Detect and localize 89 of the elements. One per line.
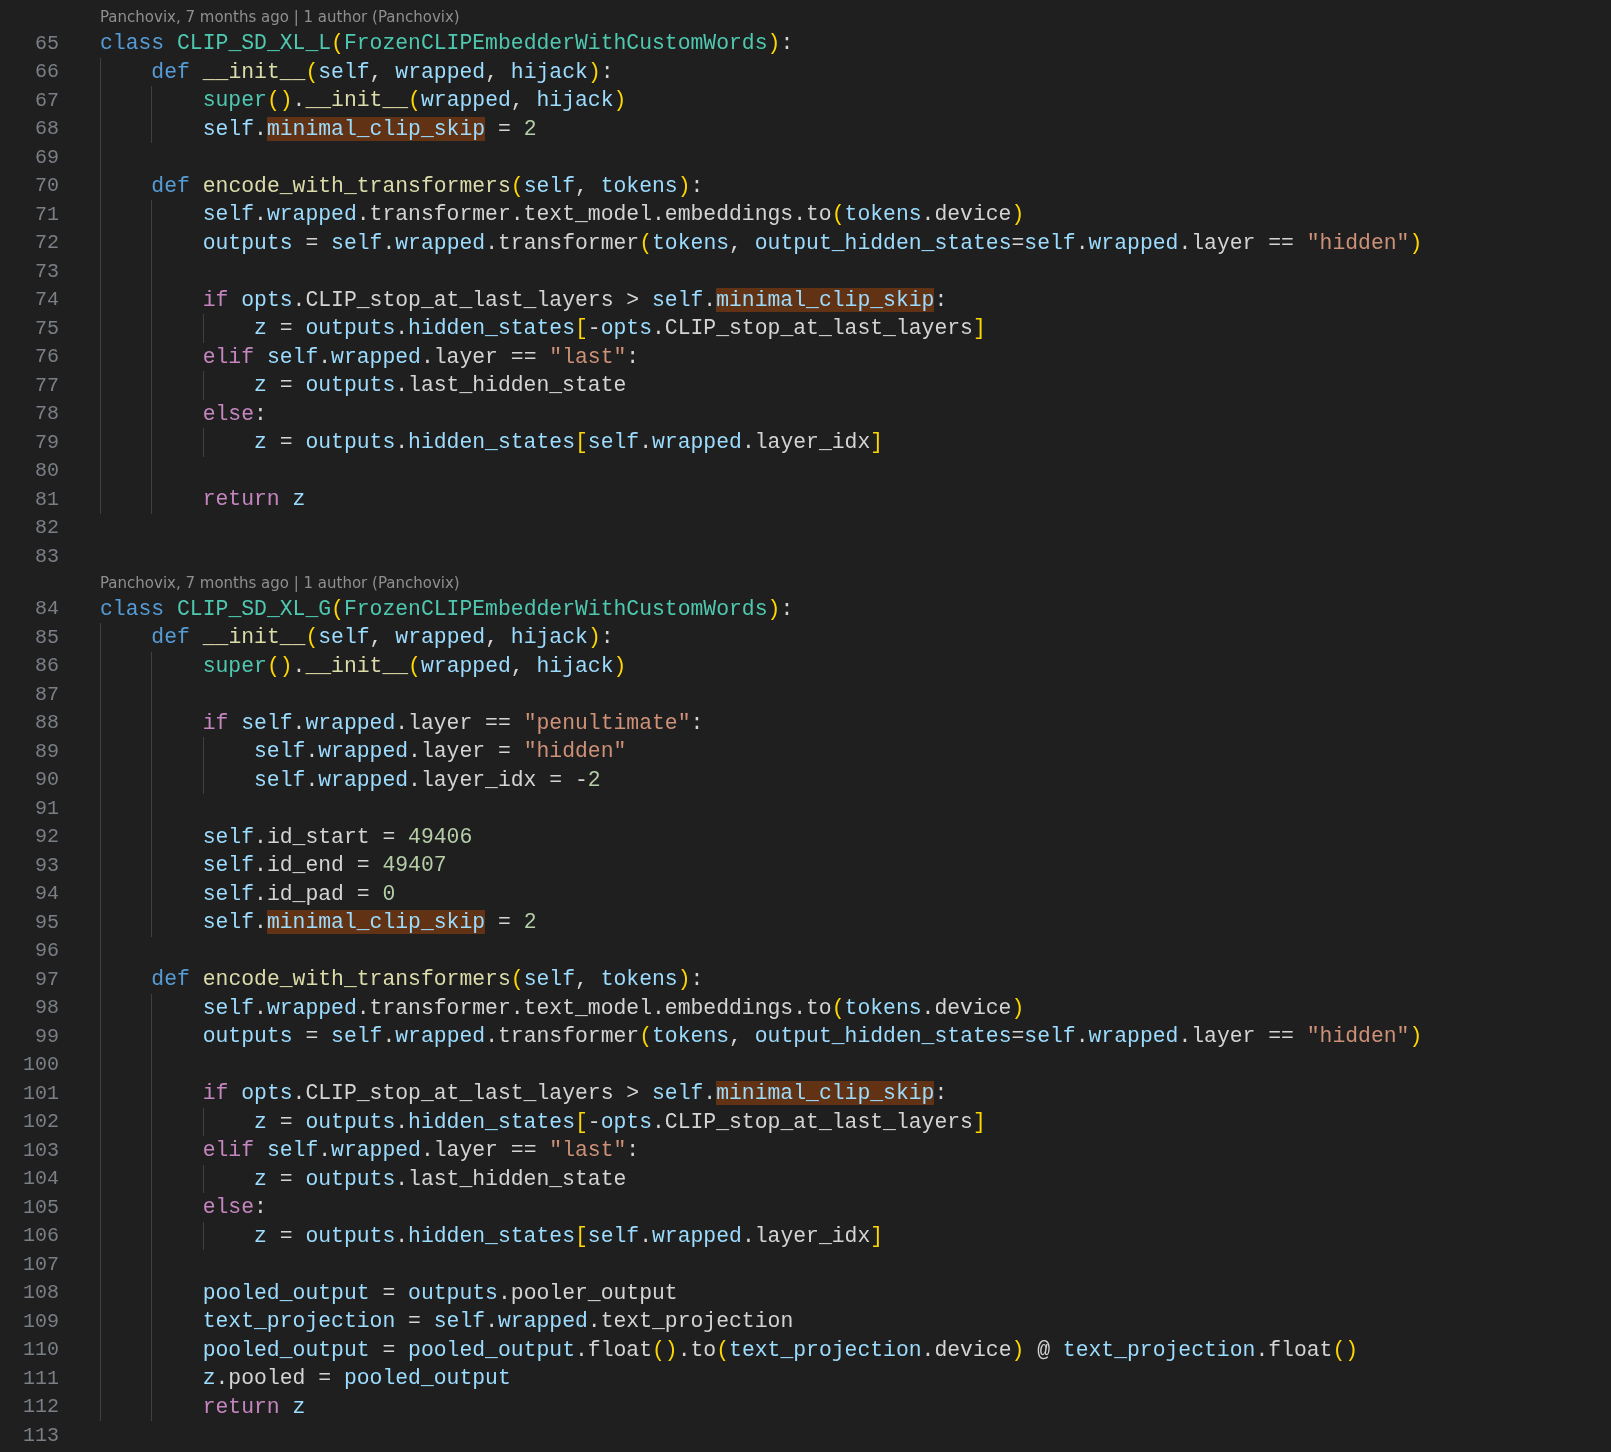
line-number: 96 [34,939,59,963]
line-number: 67 [34,88,59,112]
line-number: 113 [22,1423,59,1447]
line-number: 82 [34,516,59,540]
line-number: 86 [34,654,59,678]
line-number: 72 [34,231,59,255]
code-line: class CLIP_SD_XL_L(FrozenCLIPEmbedderWithCustomWords): [100,30,794,57]
line-number: 105 [22,1195,59,1219]
line-number: 104 [22,1167,59,1191]
code-line: def encode_with_transformers(self, tokens): [150,172,704,199]
code-line: z = outputs.hidden_states[-opts.CLIP_stop_at_last_layers] [253,1108,986,1135]
line-number: 93 [34,853,59,877]
code-line: return z [201,486,306,513]
line-number: 91 [34,796,59,820]
line-number: 68 [34,117,59,141]
code-line: pooled_output = pooled_output.float().to(text_projection.device) @ text_projection.float() [201,1336,1359,1363]
code-line: super().__init__(wrapped, hijack) [201,652,627,679]
code-line: self.wrapped.transformer.text_model.embeddings.to(tokens.device) [201,201,1025,228]
code-line: z = outputs.hidden_states[-opts.CLIP_stop_at_last_layers] [253,315,986,342]
line-number: 71 [34,202,59,226]
code-line: else: [201,1194,267,1221]
line-number: 83 [34,544,59,568]
line-number: 69 [34,145,59,169]
code-line: self.wrapped.layer = "hidden" [253,738,627,765]
code-line: elif self.wrapped.layer == "last": [201,343,640,370]
line-number: 111 [22,1366,59,1390]
line-number: 90 [34,768,59,792]
line-number: 107 [22,1252,59,1276]
line-number: 92 [34,825,59,849]
line-number: 85 [34,625,59,649]
line-number: 101 [22,1081,59,1105]
line-number: 112 [22,1395,59,1419]
code-line: if opts.CLIP_stop_at_last_layers > self.minimal_clip_skip: [201,286,948,313]
code-line: self.id_pad = 0 [201,880,396,907]
code-line: z = outputs.last_hidden_state [253,372,627,399]
line-number: 84 [34,597,59,621]
code-line: self.minimal_clip_skip = 2 [201,115,537,142]
code-line: z = outputs.hidden_states[self.wrapped.layer_idx] [253,429,884,456]
line-number: 99 [34,1024,59,1048]
line-number: 80 [34,459,59,483]
line-number: 102 [22,1110,59,1134]
line-number: 73 [34,259,59,283]
code-line: z = outputs.hidden_states[self.wrapped.layer_idx] [253,1222,884,1249]
line-number: 79 [34,430,59,454]
line-number: 89 [34,739,59,763]
line-number: 65 [34,31,59,55]
line-number: 98 [34,996,59,1020]
code-line: self.wrapped.layer_idx = -2 [253,766,601,793]
code-line: if opts.CLIP_stop_at_last_layers > self.minimal_clip_skip: [201,1080,948,1107]
code-line: def __init__(self, wrapped, hijack): [150,58,614,85]
line-number: 109 [22,1309,59,1333]
code-line: def __init__(self, wrapped, hijack): [150,624,614,651]
line-number: 70 [34,174,59,198]
code-line: z = outputs.last_hidden_state [253,1165,627,1192]
code-line: self.id_start = 49406 [201,823,473,850]
code-line: z.pooled = pooled_output [201,1365,511,1392]
line-number: 78 [34,402,59,426]
line-number: 106 [22,1224,59,1248]
line-number: 94 [34,882,59,906]
line-number: 95 [34,910,59,934]
code-line: elif self.wrapped.layer == "last": [201,1137,640,1164]
code-line: self.id_end = 49407 [201,852,447,879]
code-line: text_projection = self.wrapped.text_projection [201,1308,794,1335]
line-number: 97 [34,967,59,991]
line-number: 76 [34,345,59,369]
code-line: pooled_output = outputs.pooler_output [201,1279,678,1306]
line-number: 87 [34,682,59,706]
line-number: 103 [22,1138,59,1162]
line-number: 77 [34,373,59,397]
line-number: 108 [22,1281,59,1305]
git-blame-annotation[interactable]: Panchovix, 7 months ago | 1 author (Panchovix) [100,573,460,592]
code-line: outputs = self.wrapped.transformer(tokens, output_hidden_states=self.wrapped.layer == "hidden") [201,229,1423,256]
line-number: 75 [34,316,59,340]
git-blame-annotation[interactable]: Panchovix, 7 months ago | 1 author (Panchovix) [100,8,460,26]
code-line: else: [201,400,267,427]
line-number: 74 [34,288,59,312]
code-line: self.minimal_clip_skip = 2 [201,909,537,936]
code-line: class CLIP_SD_XL_G(FrozenCLIPEmbedderWithCustomWords): [100,595,794,622]
code-line: def encode_with_transformers(self, tokens): [150,966,704,993]
line-number: 66 [34,60,59,84]
line-number: 100 [22,1053,59,1077]
line-number: 81 [34,487,59,511]
line-number: 88 [34,711,59,735]
code-line: self.wrapped.transformer.text_model.embeddings.to(tokens.device) [201,994,1025,1021]
code-line: outputs = self.wrapped.transformer(tokens, output_hidden_states=self.wrapped.layer == "hidden") [201,1023,1423,1050]
code-line: return z [201,1393,306,1420]
code-line: if self.wrapped.layer == "penultimate": [201,709,704,736]
code-line: super().__init__(wrapped, hijack) [201,87,627,114]
line-number: 110 [22,1338,59,1362]
